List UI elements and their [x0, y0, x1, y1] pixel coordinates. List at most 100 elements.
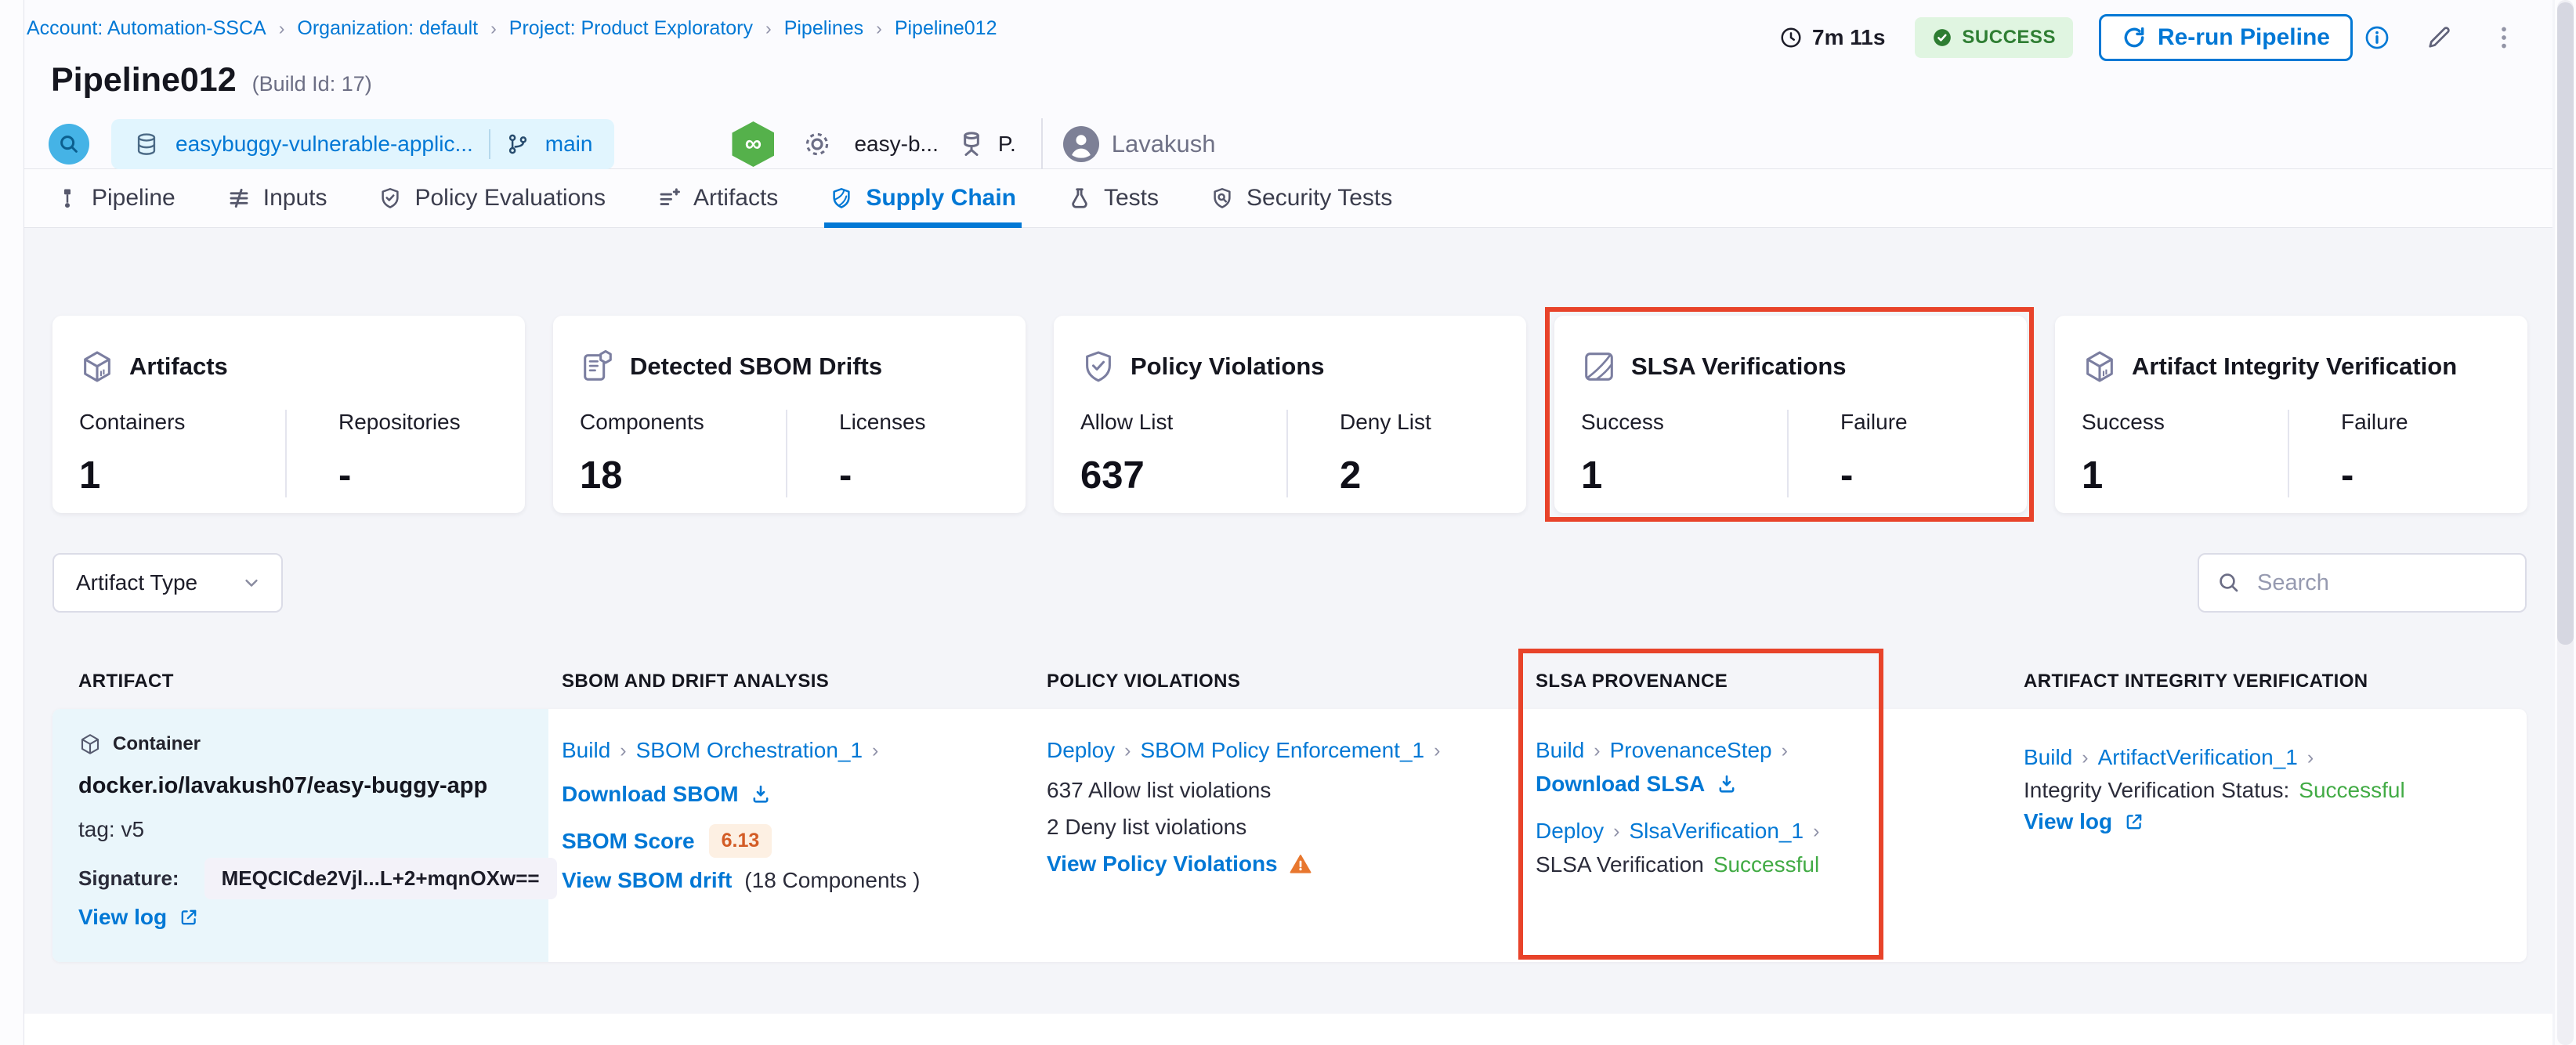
stat-value: -: [338, 454, 352, 497]
integrity-view-log-row: View log: [2024, 809, 2145, 834]
build-id: (Build Id: 17): [251, 72, 372, 96]
table-row: Container docker.io/lavakush07/easy-bugg…: [52, 709, 2527, 962]
page-title: Pipeline012: [51, 61, 237, 99]
breadcrumb-project[interactable]: Project: Product Exploratory: [509, 17, 753, 40]
edit-pencil-icon[interactable]: [2425, 24, 2453, 52]
pipeline-icon: [56, 186, 79, 210]
cube-icon: [79, 349, 115, 385]
breadcrumb-pipeline012[interactable]: Pipeline012: [895, 17, 997, 40]
card-title: Artifact Integrity Verification: [2132, 353, 2458, 380]
chevron-right-icon: [1813, 820, 1819, 843]
view-policy-violations-row: View Policy Violations: [1047, 852, 1312, 877]
step-link[interactable]: SlsaVerification_1: [1630, 819, 1804, 844]
chevron-right-icon: [2307, 747, 2314, 769]
chevron-right-icon: [1434, 739, 1440, 762]
sbom-score-label[interactable]: SBOM Score: [562, 829, 695, 854]
chevron-right-icon: [490, 18, 497, 39]
tab-pipeline[interactable]: Pipeline: [56, 169, 201, 227]
stat-value: 637: [1080, 454, 1145, 497]
artifact-tag: tag: v5: [78, 817, 145, 841]
header-actions: 7m 11s SUCCESS Re-run Pipeline: [1779, 14, 2517, 61]
repo-name-link[interactable]: easybuggy-vulnerable-applic...: [175, 132, 473, 157]
stat-value: 1: [1581, 454, 1603, 497]
view-sbom-drift-link[interactable]: View SBOM drift: [562, 868, 732, 893]
sbom-score-badge: 6.13: [708, 824, 772, 858]
bottom-strip: [24, 1014, 2552, 1045]
allow-list-violations: 637 Allow list violations: [1047, 778, 1272, 802]
stage-link[interactable]: Build: [2024, 745, 2072, 770]
artifact-type-dropdown[interactable]: Artifact Type: [52, 553, 283, 613]
card-policy-violations: Policy Violations Allow List 637 Deny Lis…: [1054, 316, 1526, 513]
download-slsa-link[interactable]: Download SLSA: [1536, 772, 1705, 797]
artifact-signature-row: Signature: MEQCICde2Vjl...L+2+mqnOXw==: [78, 858, 557, 899]
breadcrumb-organization[interactable]: Organization: default: [297, 17, 478, 40]
signature-label: Signature:: [78, 866, 179, 890]
build-stage-icon: [49, 124, 89, 165]
stat-value: 2: [1340, 454, 1362, 497]
breadcrumb: Account: Automation-SSCA Organization: d…: [27, 17, 997, 40]
column-header-policy: POLICY VIOLATIONS: [1047, 671, 1241, 692]
view-log-link[interactable]: View log: [2024, 809, 2112, 834]
card-title: Policy Violations: [1131, 353, 1325, 380]
slsa-icon: [1581, 349, 1617, 385]
card-slsa-verifications: SLSA Verifications Success 1 Failure -: [1554, 316, 2027, 513]
trigger-short: P.: [997, 132, 1016, 156]
scrollbar-thumb[interactable]: [2557, 2, 2574, 645]
tab-artifacts[interactable]: Artifacts: [631, 169, 804, 227]
stage-link[interactable]: Build: [562, 738, 610, 763]
column-header-sbom: SBOM AND DRIFT ANALYSIS: [562, 671, 830, 692]
chevron-right-icon: [1594, 739, 1600, 762]
view-policy-violations-link[interactable]: View Policy Violations: [1047, 852, 1278, 877]
column-header-slsa: SLSA PROVENANCE: [1536, 671, 1728, 692]
artifact-type: Container: [113, 733, 201, 754]
user-avatar: [1062, 126, 1099, 162]
tab-supply-chain[interactable]: Supply Chain: [804, 169, 1042, 228]
chevron-right-icon: [876, 18, 882, 39]
scrollbar-zone: [2555, 0, 2576, 1045]
page-title-row: Pipeline012 (Build Id: 17): [51, 61, 372, 99]
tab-security-tests[interactable]: Security Tests: [1185, 169, 1418, 227]
step-link[interactable]: ArtifactVerification_1: [2098, 745, 2298, 770]
vertical-divider: [1040, 118, 1043, 170]
rerun-pipeline-button[interactable]: Re-run Pipeline: [2098, 14, 2353, 61]
breadcrumb-account[interactable]: Account: Automation-SSCA: [27, 17, 266, 40]
branch-name-link[interactable]: main: [545, 132, 593, 157]
view-log-link[interactable]: View log: [78, 905, 167, 930]
execution-tabbar: Pipeline Inputs Policy Evaluations Artif…: [24, 169, 2552, 228]
chevron-right-icon: [765, 18, 772, 39]
info-icon[interactable]: [2364, 24, 2390, 51]
breadcrumb-pipelines[interactable]: Pipelines: [784, 17, 863, 40]
repository-icon: [133, 131, 160, 157]
artifacts-list-icon: [657, 186, 681, 210]
step-link[interactable]: SBOM Orchestration_1: [636, 738, 863, 763]
search-input[interactable]: [2256, 569, 2508, 597]
step-link[interactable]: ProvenanceStep: [1610, 738, 1772, 763]
stage-link[interactable]: Build: [1536, 738, 1584, 763]
policy-step-breadcrumb: Deploy SBOM Policy Enforcement_1: [1047, 738, 1449, 763]
chevron-right-icon: [872, 739, 878, 762]
cube-icon: [78, 732, 102, 756]
download-sbom-link[interactable]: Download SBOM: [562, 782, 739, 807]
artifact-type-label: Artifact Type: [76, 570, 198, 595]
kebab-menu-icon[interactable]: [2491, 24, 2517, 51]
step-link[interactable]: SBOM Policy Enforcement_1: [1141, 738, 1425, 763]
refresh-icon: [2122, 25, 2147, 50]
deployment-server-icon: [956, 128, 987, 160]
shield-check-icon: [378, 186, 402, 210]
card-title: Artifacts: [129, 353, 228, 380]
tab-inputs[interactable]: Inputs: [201, 169, 353, 227]
supply-chain-shield-icon: [830, 186, 853, 210]
user-name: Lavakush: [1111, 130, 1216, 157]
repo-branch-pill: easybuggy-vulnerable-applic... main: [111, 119, 615, 169]
stage-link[interactable]: Deploy: [1536, 819, 1604, 844]
stat-label: Containers: [79, 410, 186, 434]
drift-components-count: (18 Components ): [744, 868, 921, 892]
tab-policy-evaluations[interactable]: Policy Evaluations: [353, 169, 631, 227]
integrity-status-row: Integrity Verification Status: Successfu…: [2024, 778, 2405, 803]
inputs-icon: [227, 186, 251, 210]
tab-tests[interactable]: Tests: [1042, 169, 1185, 227]
collapsed-nav-strip: [0, 0, 24, 1045]
stat-value: -: [839, 454, 852, 497]
signature-value: MEQCICde2Vjl...L+2+mqnOXw==: [204, 858, 557, 899]
stage-link[interactable]: Deploy: [1047, 738, 1115, 763]
